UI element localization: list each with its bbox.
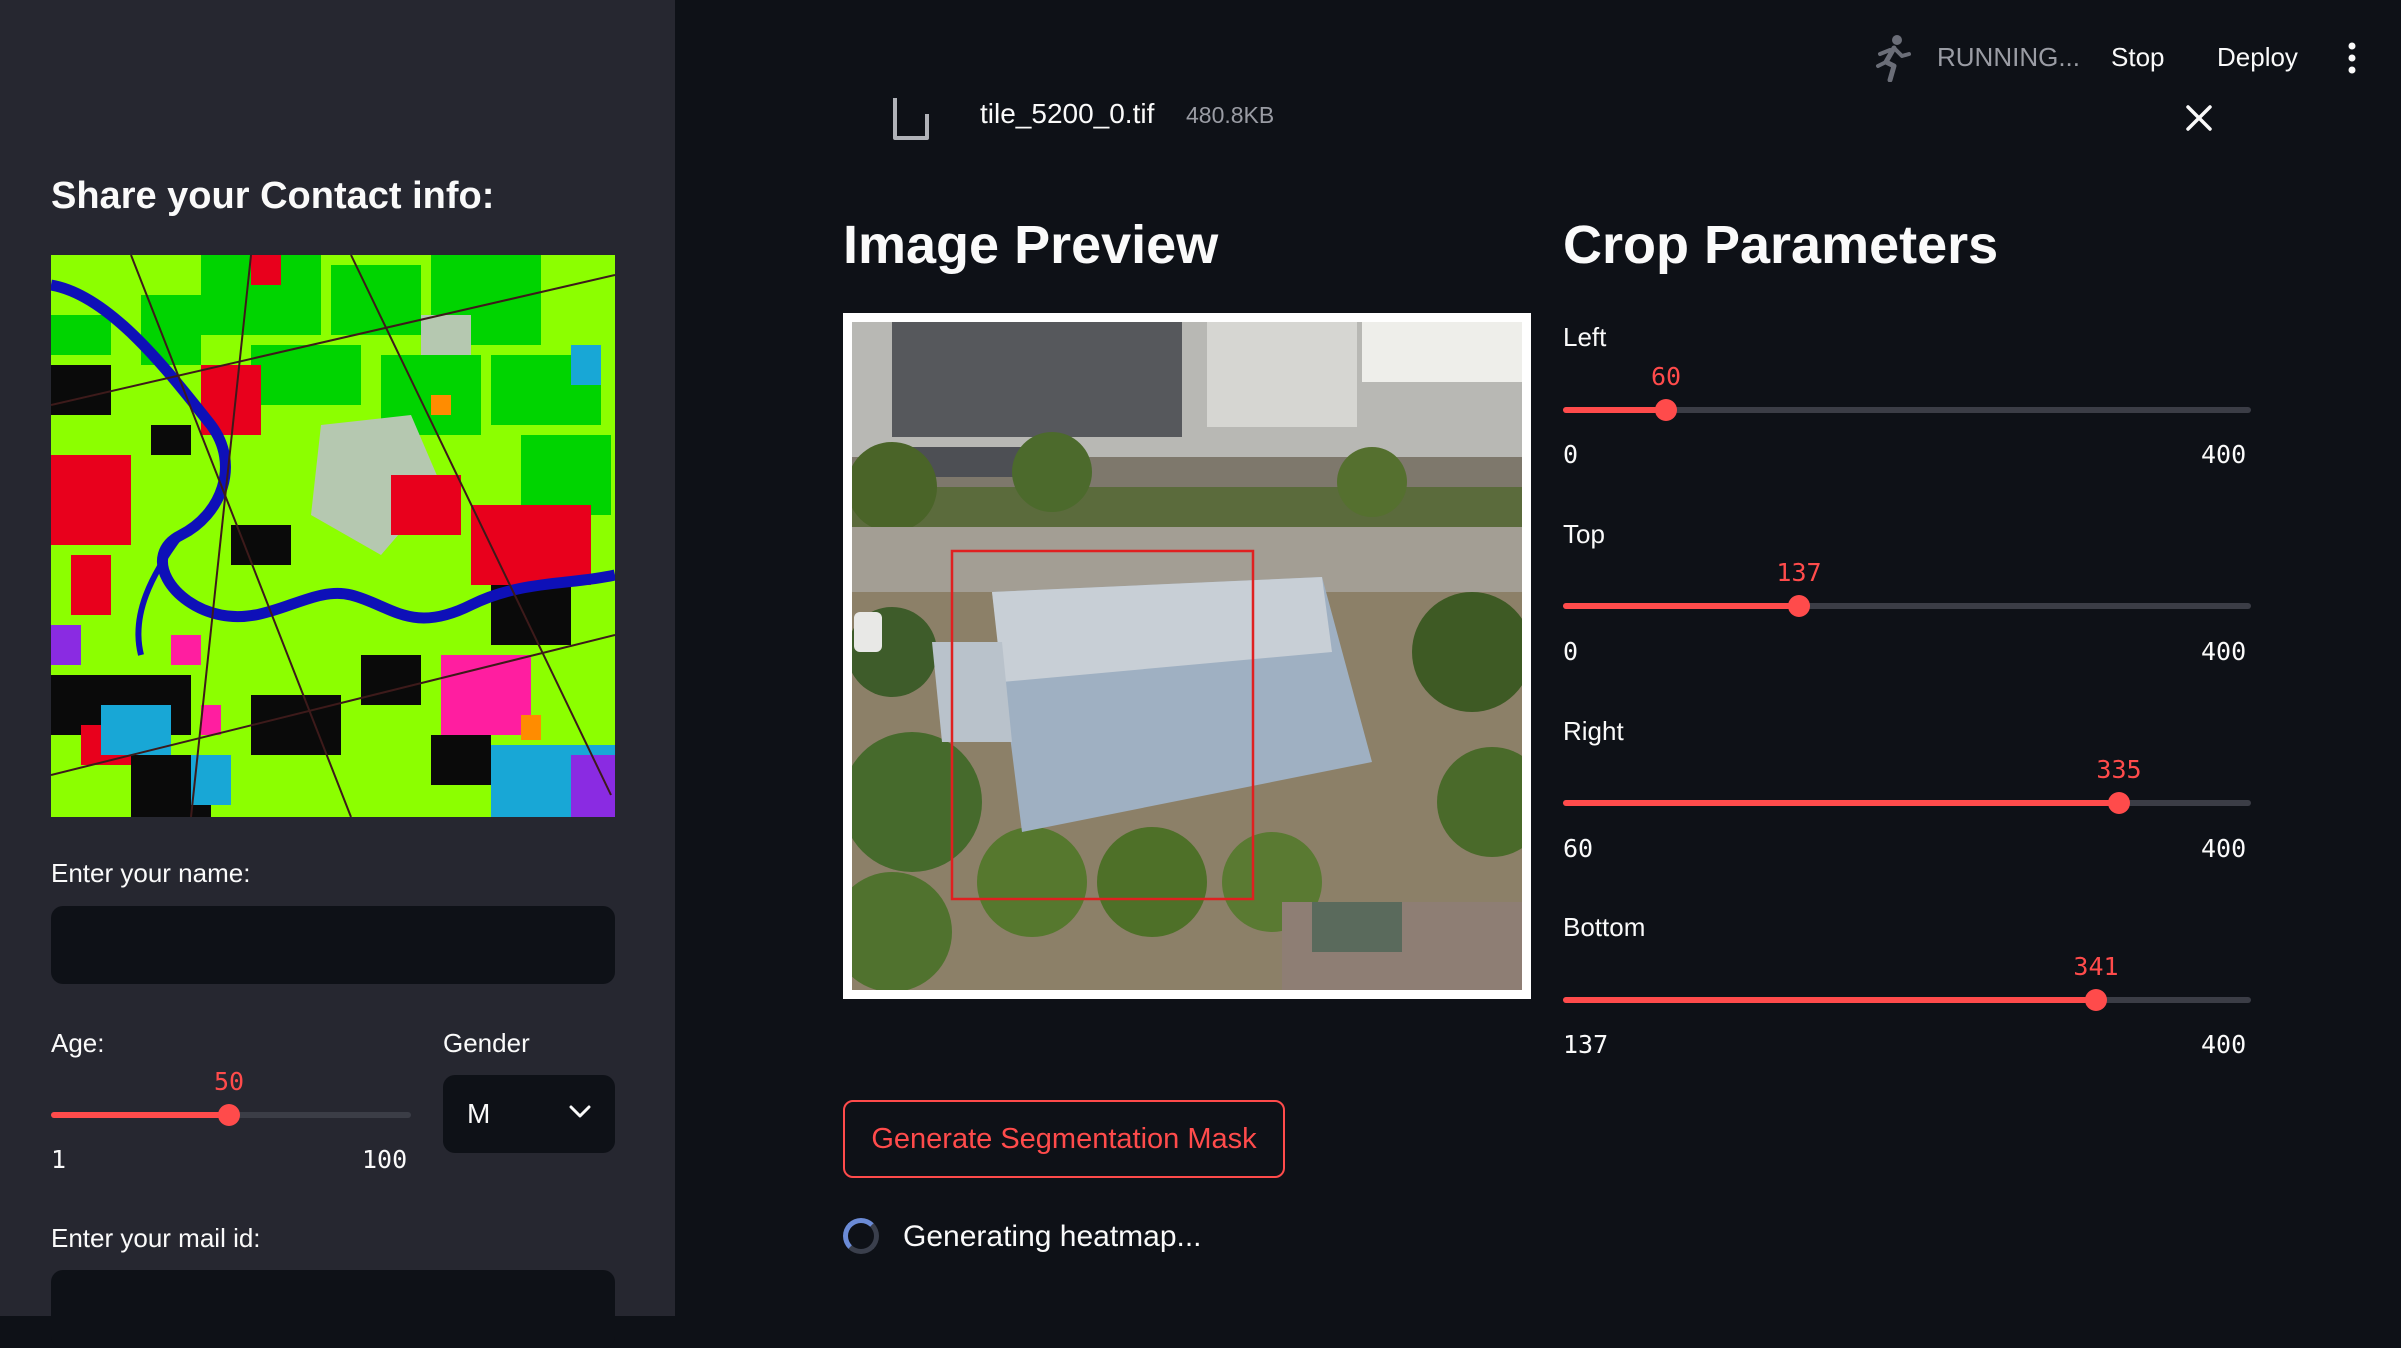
- name-input[interactable]: [51, 906, 615, 984]
- bottom-slider-fill: [1563, 997, 2096, 1003]
- segmentation-map-image: [51, 255, 615, 817]
- mail-label: Enter your mail id:: [51, 1223, 261, 1253]
- top-slider-min: 0: [1563, 637, 1579, 666]
- loading-spinner-icon: [843, 1218, 879, 1254]
- mail-input[interactable]: [51, 1270, 615, 1348]
- left-slider-max: 400: [2201, 440, 2247, 469]
- bottom-slider-max: 400: [2201, 1030, 2247, 1059]
- age-slider-min: 1: [51, 1145, 67, 1174]
- more-menu-icon[interactable]: [2347, 42, 2357, 79]
- top-slider-fill: [1563, 603, 1799, 609]
- age-slider-fill: [51, 1112, 229, 1118]
- top-slider-value: 137: [1776, 558, 1822, 587]
- right-slider[interactable]: [1563, 792, 2251, 814]
- file-name: tile_5200_0.tif: [980, 98, 1155, 129]
- chevron-down-icon: [569, 1105, 591, 1124]
- age-slider-thumb[interactable]: [218, 1104, 240, 1126]
- right-slider-fill: [1563, 800, 2119, 806]
- generate-segmentation-mask-button[interactable]: Generate Segmentation Mask: [843, 1100, 1285, 1178]
- right-slider-value: 335: [2096, 755, 2142, 784]
- right-slider-thumb[interactable]: [2108, 792, 2130, 814]
- left-slider-fill: [1563, 407, 1666, 413]
- right-label: Right: [1563, 716, 1624, 746]
- right-slider-max: 400: [2201, 834, 2247, 863]
- crop-parameters-heading: Crop Parameters: [1563, 215, 1999, 275]
- left-label: Left: [1563, 322, 1607, 352]
- age-slider[interactable]: [51, 1104, 411, 1126]
- age-label: Age:: [51, 1028, 105, 1058]
- right-slider-min: 60: [1563, 834, 1594, 863]
- top-label: Top: [1563, 519, 1605, 549]
- left-slider-min: 0: [1563, 440, 1579, 469]
- top-slider-max: 400: [2201, 637, 2247, 666]
- bottom-slider-value: 341: [2073, 952, 2119, 981]
- running-icon: [1872, 34, 1912, 87]
- sidebar-heading: Share your Contact info:: [51, 175, 495, 217]
- file-size: 480.8KB: [1186, 102, 1275, 128]
- image-preview-heading: Image Preview: [843, 215, 1219, 275]
- age-slider-value: 50: [213, 1067, 245, 1096]
- gender-select[interactable]: M: [443, 1075, 615, 1153]
- name-label: Enter your name:: [51, 858, 251, 888]
- sidebar: Share your Contact info: Enter your name…: [0, 0, 675, 1348]
- bottom-slider-min: 137: [1563, 1030, 1609, 1059]
- bottom-slider[interactable]: [1563, 989, 2251, 1011]
- left-slider-value: 60: [1650, 362, 1682, 391]
- age-slider-max: 100: [362, 1145, 408, 1174]
- bottom-label: Bottom: [1563, 912, 1646, 942]
- gender-label: Gender: [443, 1028, 530, 1058]
- gender-selected-value: M: [467, 1098, 491, 1129]
- file-icon: [891, 96, 931, 147]
- running-status: RUNNING...: [1937, 42, 2080, 72]
- close-icon[interactable]: [2185, 104, 2213, 137]
- left-slider-thumb[interactable]: [1655, 399, 1677, 421]
- stop-button[interactable]: Stop: [2111, 42, 2165, 73]
- bottom-slider-thumb[interactable]: [2085, 989, 2107, 1011]
- deploy-button[interactable]: Deploy: [2217, 42, 2298, 73]
- top-slider-thumb[interactable]: [1788, 595, 1810, 617]
- left-slider[interactable]: [1563, 399, 2251, 421]
- status-text: Generating heatmap...: [903, 1220, 1202, 1253]
- image-preview: [843, 313, 1531, 999]
- top-slider[interactable]: [1563, 595, 2251, 617]
